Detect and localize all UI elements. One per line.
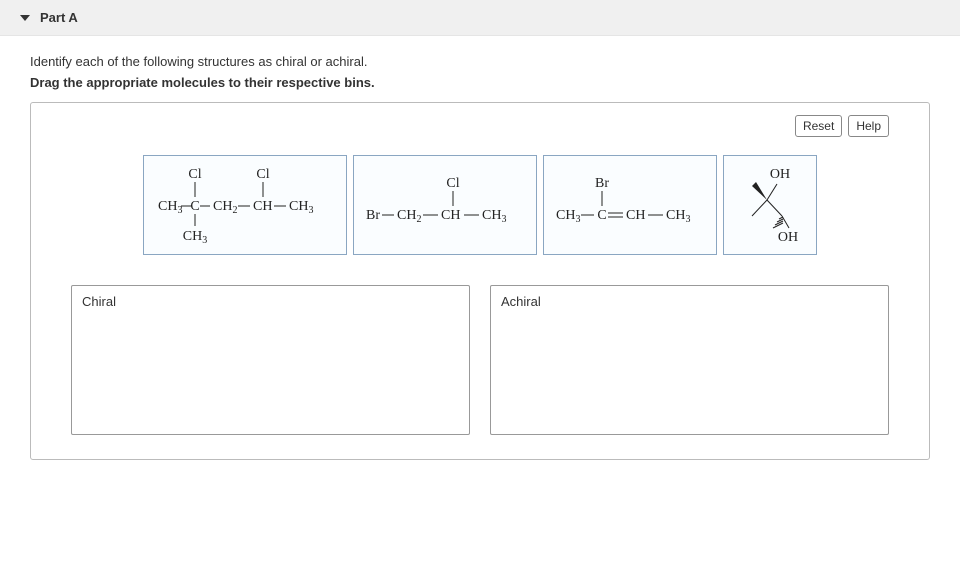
part-header[interactable]: Part A [0, 0, 960, 36]
molecule-item-3[interactable]: Br CH3 C CH CH3 [543, 155, 717, 255]
svg-text:CH: CH [626, 208, 645, 223]
bins-row: Chiral Achiral [71, 285, 889, 435]
bin-chiral[interactable]: Chiral [71, 285, 470, 435]
molecule-structure-icon: Cl Br CH2 CH CH3 [360, 173, 530, 237]
svg-text:CH2: CH2 [397, 208, 421, 225]
collapse-caret-icon[interactable] [20, 15, 30, 21]
svg-text:CH: CH [253, 199, 272, 214]
svg-text:CH3: CH3 [556, 208, 580, 225]
content-area: Identify each of the following structure… [0, 36, 960, 480]
svg-text:Br: Br [595, 176, 609, 191]
bin-label-achiral: Achiral [501, 294, 878, 309]
bin-achiral[interactable]: Achiral [490, 285, 889, 435]
svg-text:Br: Br [366, 208, 380, 223]
svg-text:CH3: CH3 [666, 208, 690, 225]
molecule-structure-icon: Br CH3 C CH CH3 [550, 173, 710, 237]
molecule-structure-icon: Cl Cl CH3 C CH2 CH CH3 CH3 [150, 164, 340, 246]
toolbar: Reset Help [71, 115, 889, 137]
svg-text:Cl: Cl [256, 167, 269, 182]
molecule-item-2[interactable]: Cl Br CH2 CH CH3 [353, 155, 537, 255]
molecule-structure-icon: OH [730, 164, 810, 246]
svg-text:CH3: CH3 [158, 199, 182, 216]
svg-text:C: C [597, 208, 606, 223]
instruction-text-1: Identify each of the following structure… [30, 54, 930, 69]
svg-text:CH: CH [441, 208, 460, 223]
molecule-item-4[interactable]: OH [723, 155, 817, 255]
molecule-item-1[interactable]: Cl Cl CH3 C CH2 CH CH3 CH3 [143, 155, 347, 255]
molecules-row: Cl Cl CH3 C CH2 CH CH3 CH3 [71, 155, 889, 255]
svg-text:CH2: CH2 [213, 199, 237, 216]
workspace-panel: Reset Help Cl Cl CH3 C CH2 [30, 102, 930, 460]
svg-text:CH3: CH3 [482, 208, 506, 225]
svg-text:Cl: Cl [188, 167, 201, 182]
svg-text:CH3: CH3 [289, 199, 313, 216]
bin-label-chiral: Chiral [82, 294, 459, 309]
help-button[interactable]: Help [848, 115, 889, 137]
part-title: Part A [40, 10, 78, 25]
reset-button[interactable]: Reset [795, 115, 842, 137]
svg-text:OH: OH [778, 230, 798, 245]
svg-text:OH: OH [770, 167, 790, 182]
svg-text:CH3: CH3 [183, 229, 207, 246]
svg-text:Cl: Cl [446, 176, 459, 191]
svg-text:C: C [190, 199, 199, 214]
instruction-text-2: Drag the appropriate molecules to their … [30, 75, 930, 90]
